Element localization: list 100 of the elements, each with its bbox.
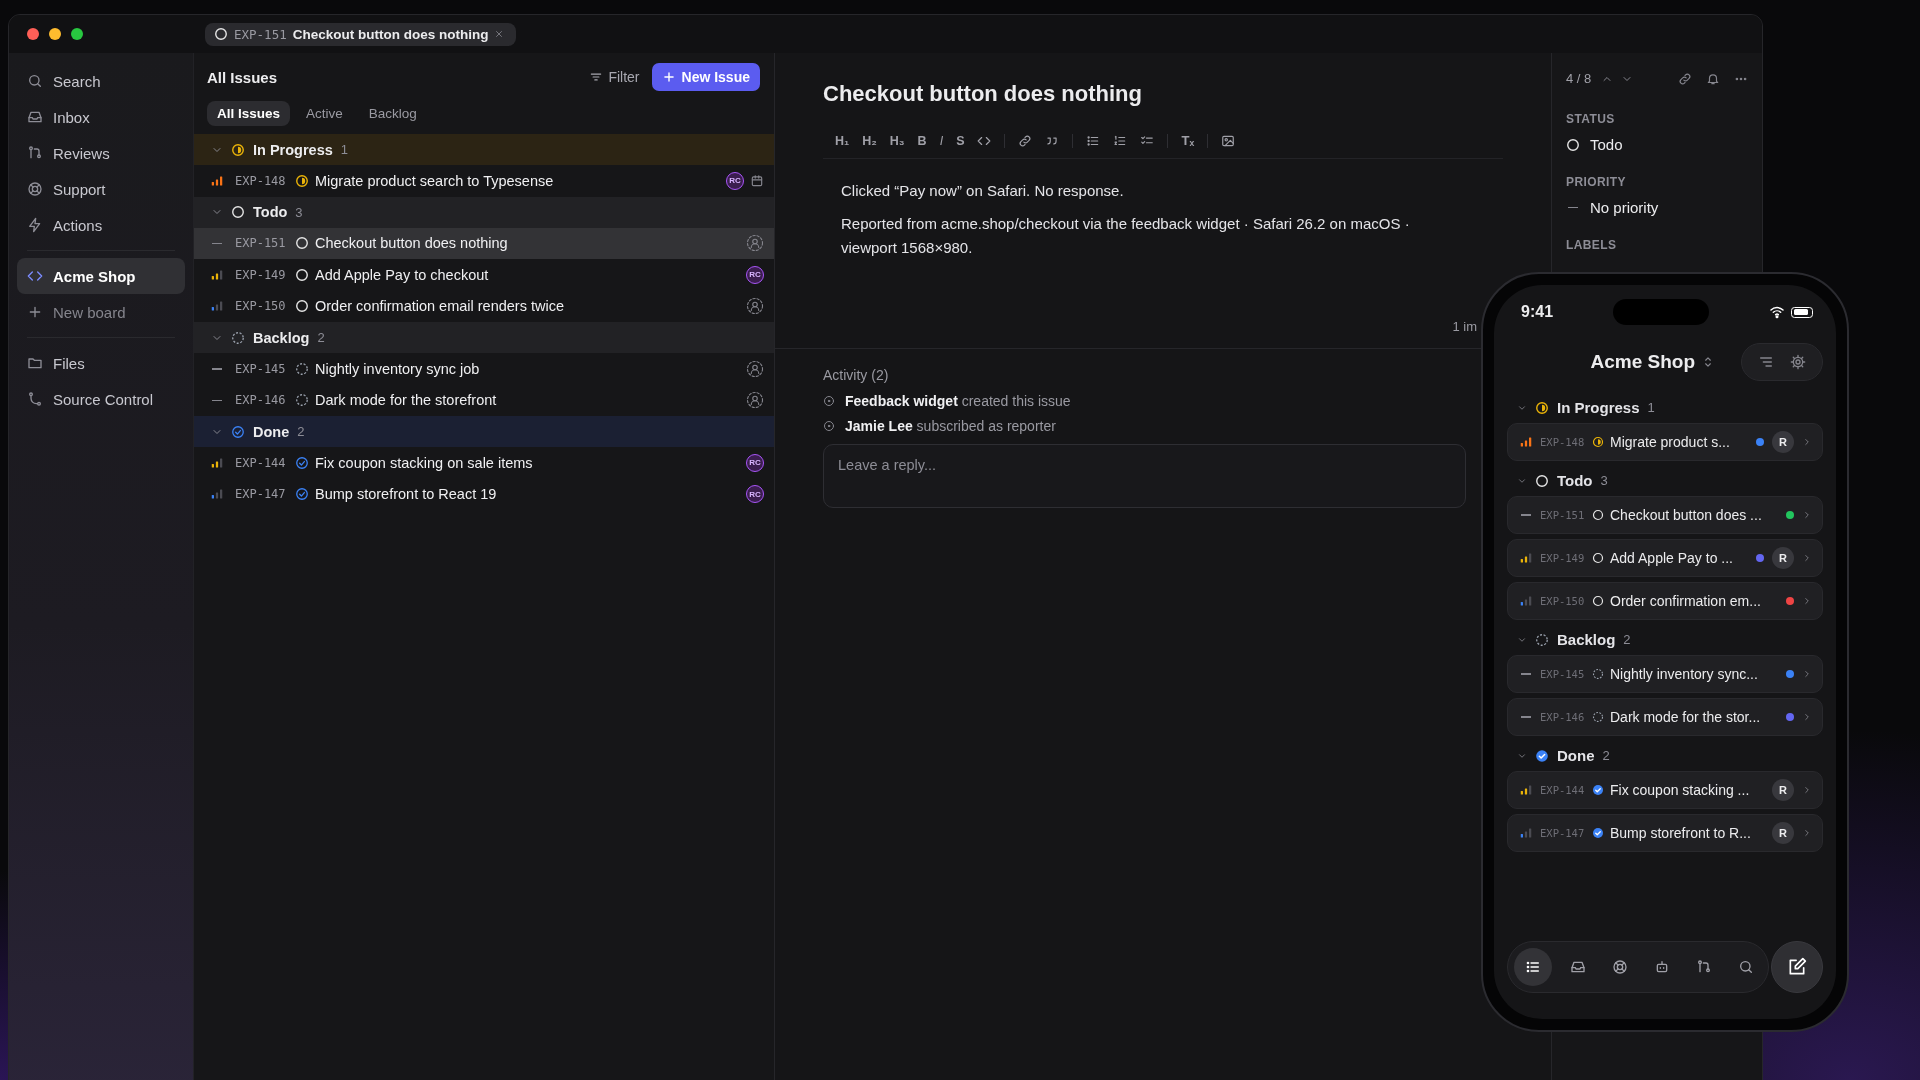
issue-title: Order confirmation em... [1610, 593, 1762, 609]
new-board-button[interactable]: New board [17, 294, 185, 330]
group-count: 1 [1647, 400, 1655, 415]
format-button[interactable]: S [956, 133, 965, 148]
issue-card[interactable]: EXP-150 Order confirmation em... [1507, 582, 1823, 620]
format-button[interactable]: B [917, 133, 927, 148]
format-button[interactable]: I [939, 133, 944, 148]
group-name: Done [1557, 747, 1595, 764]
sidebar-item[interactable]: Support [17, 171, 185, 207]
group-name: Done [253, 423, 290, 440]
circle-icon [1566, 137, 1580, 152]
compose-button[interactable] [1771, 941, 1823, 993]
list-icon[interactable] [1514, 948, 1552, 986]
issue-row[interactable]: EXP-148 Migrate product search to Typesense RC [194, 165, 774, 197]
issue-row[interactable]: EXP-145 Nightly inventory sync job [194, 353, 774, 385]
settings-icon[interactable] [1790, 354, 1806, 370]
sidebar-item[interactable]: Source Control [17, 381, 185, 417]
format-button[interactable]: H₁ [835, 133, 850, 148]
issue-title: Nightly inventory sync... [1610, 666, 1759, 682]
activity-entry: Jamie Lee subscribed as reporter [845, 418, 1056, 434]
minimize-window-button[interactable] [49, 28, 61, 40]
plus-icon [661, 70, 676, 84]
zoom-window-button[interactable] [71, 28, 83, 40]
issue-card[interactable]: EXP-149 Add Apple Pay to ... R [1507, 539, 1823, 577]
issue-id: EXP-151 [1540, 509, 1586, 521]
check-circle-icon [1535, 748, 1549, 763]
attachment-count: 1 im [1452, 319, 1477, 334]
view-tab[interactable]: Backlog [358, 101, 427, 126]
clear-format-button[interactable]: Tₓ [1181, 133, 1195, 148]
half-circle-icon [295, 173, 309, 188]
group-header[interactable]: In Progress 1 [194, 134, 774, 165]
issue-card[interactable]: EXP-151 Checkout button does ... [1507, 496, 1823, 534]
wifi-icon [1769, 304, 1785, 320]
sidebar-item[interactable]: Reviews [17, 135, 185, 171]
issue-id: EXP-144 [1540, 784, 1586, 796]
dashed-circle-icon [231, 330, 245, 345]
issue-title: Add Apple Pay to checkout [315, 266, 490, 283]
issue-row[interactable]: EXP-149 Add Apple Pay to checkout RC [194, 259, 774, 291]
issue-id: EXP-150 [235, 299, 287, 314]
issue-card[interactable]: EXP-147 Bump storefront to R... R [1507, 814, 1823, 852]
sidebar-item[interactable]: Acme Shop [17, 258, 185, 294]
assignee-avatar: RC [726, 171, 744, 190]
sidebar-item[interactable]: Actions [17, 207, 185, 243]
lifebuoy-icon [27, 181, 43, 197]
group-count: 2 [1623, 632, 1631, 647]
bullet-list-icon[interactable] [1086, 133, 1101, 148]
view-tab[interactable]: Active [296, 101, 353, 126]
issue-card[interactable]: EXP-144 Fix coupon stacking ... R [1507, 771, 1823, 809]
issue-row[interactable]: EXP-150 Order confirmation email renders twice [194, 290, 774, 322]
image-icon[interactable] [1221, 133, 1236, 148]
issue-row[interactable]: EXP-147 Bump storefront to React 19 RC [194, 478, 774, 510]
group-header[interactable]: Todo 3 [194, 196, 774, 228]
assignee-avatar: R [1772, 547, 1794, 569]
sidebar-item[interactable]: Files [17, 345, 185, 381]
bell-icon[interactable] [1706, 71, 1720, 86]
group-count: 2 [1602, 748, 1610, 763]
group-count: 1 [340, 142, 348, 157]
new-issue-button[interactable]: New Issue [651, 63, 760, 91]
sidebar-item[interactable]: Inbox [17, 99, 185, 135]
group-count: 3 [1600, 473, 1608, 488]
view-tab[interactable]: All Issues [207, 101, 291, 126]
assignee-avatar: R [1772, 779, 1794, 801]
group-header[interactable]: Backlog 2 [194, 322, 774, 353]
link-icon[interactable] [1018, 133, 1033, 148]
issue-card[interactable]: EXP-148 Migrate product s... R [1507, 423, 1823, 461]
reply-field[interactable]: Leave a reply... [823, 444, 1466, 508]
document-tab[interactable]: EXP-151 Checkout button does nothing [205, 22, 517, 46]
issue-title: Fix coupon stacking on sale items [315, 454, 534, 471]
field-value[interactable]: No priority [1566, 199, 1748, 216]
check-circle-icon [231, 424, 245, 439]
close-icon[interactable] [494, 29, 505, 39]
issue-row[interactable]: EXP-151 Checkout button does nothing [194, 227, 774, 259]
assignee-avatar: RC [746, 265, 764, 284]
chevron-right-icon [1802, 553, 1812, 563]
issue-id: EXP-148 [235, 173, 287, 188]
issue-id: EXP-149 [1540, 552, 1586, 564]
issue-card[interactable]: EXP-146 Dark mode for the stor... [1507, 698, 1823, 736]
issue-card[interactable]: EXP-145 Nightly inventory sync... [1507, 655, 1823, 693]
format-button[interactable]: H₂ [862, 133, 877, 148]
issue-title: Migrate product s... [1610, 434, 1731, 450]
branch-icon [27, 145, 43, 161]
format-button[interactable]: H₃ [889, 133, 905, 148]
group-header[interactable]: Done 2 [194, 416, 774, 447]
board-title[interactable]: Acme Shop [1590, 351, 1695, 373]
numbered-list-icon[interactable] [1113, 133, 1128, 148]
dashed-circle-icon [1592, 668, 1604, 680]
issue-id: EXP-151 [234, 26, 287, 42]
priority-bars-icon [211, 300, 223, 313]
sort-icon[interactable] [1758, 354, 1774, 370]
issue-id: EXP-145 [235, 361, 287, 376]
filter-button[interactable]: Filter [585, 65, 644, 89]
issue-row[interactable]: EXP-146 Dark mode for the storefront [194, 384, 774, 416]
issue-id: EXP-147 [235, 487, 287, 502]
issue-row[interactable]: EXP-144 Fix coupon stacking on sale items RC [194, 447, 774, 479]
sidebar-item[interactable]: Search [17, 63, 185, 99]
filter-icon [589, 70, 604, 84]
close-window-button[interactable] [27, 28, 39, 40]
group-name: Todo [1557, 472, 1593, 489]
link-icon[interactable] [1678, 71, 1692, 86]
field-value[interactable]: Todo [1566, 136, 1748, 153]
